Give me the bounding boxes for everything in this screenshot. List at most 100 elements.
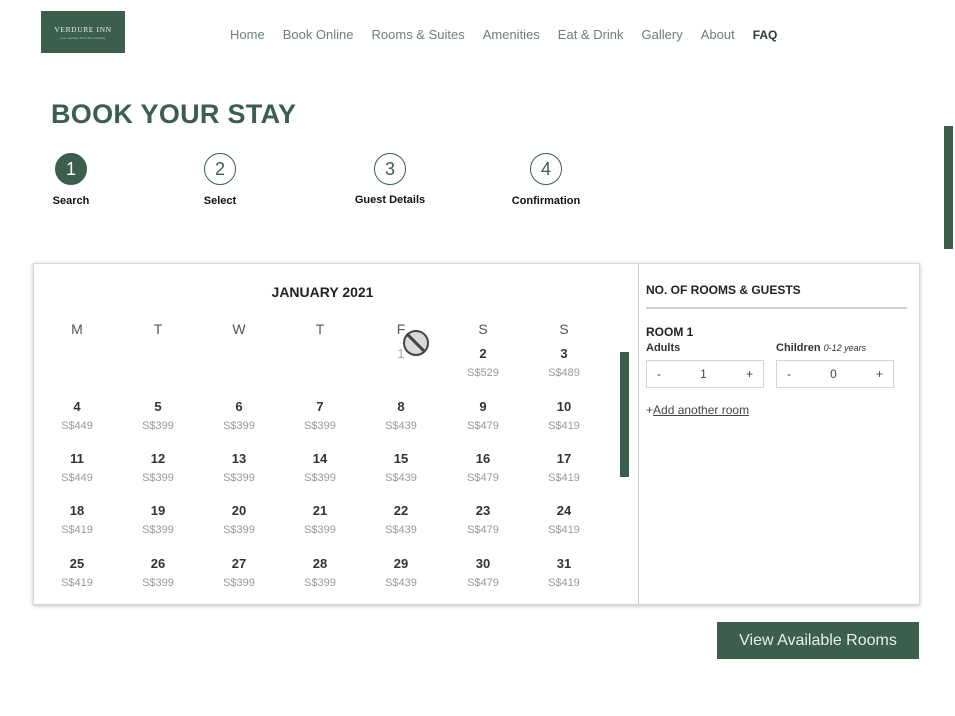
day-number: 6 (235, 399, 243, 414)
nav-item-gallery[interactable]: Gallery (642, 27, 683, 42)
adults-decrement-button[interactable]: - (657, 367, 661, 381)
calendar-day[interactable]: 19 S$399 (126, 503, 190, 536)
calendar-day[interactable]: 13 S$399 (207, 451, 271, 484)
logo-tagline: your escape from the ordinary (60, 35, 106, 40)
adults-value: 1 (700, 367, 707, 381)
room-label: ROOM 1 (646, 325, 694, 339)
children-label-text: Children (776, 342, 821, 354)
page-scrollbar[interactable] (944, 126, 953, 249)
calendar-day[interactable]: 8 S$439 (369, 399, 433, 432)
day-number: 15 (393, 451, 409, 466)
calendar-day[interactable]: 30 S$479 (451, 556, 515, 589)
step-number: 4 (530, 153, 562, 185)
day-number: 26 (150, 556, 166, 571)
nav-item-faq[interactable]: FAQ (753, 28, 778, 42)
adults-increment-button[interactable]: + (746, 367, 753, 381)
weekday-label: M (71, 321, 83, 337)
page-title: BOOK YOUR STAY (51, 99, 297, 129)
rooms-guests-panel: NO. OF ROOMS & GUESTS ROOM 1 Adults Chil… (640, 264, 920, 604)
day-price: S$399 (142, 524, 174, 536)
children-stepper[interactable]: - 0 + (776, 360, 894, 388)
day-number: 2 (479, 346, 487, 361)
day-number: 27 (231, 556, 247, 571)
calendar-day[interactable]: 14 S$399 (288, 451, 352, 484)
main-nav: Home Book Online Rooms & Suites Amenitie… (230, 27, 795, 42)
calendar-day[interactable]: 31 S$419 (532, 556, 596, 589)
calendar-day[interactable]: 23 S$479 (451, 503, 515, 536)
calendar-day[interactable]: 27 S$399 (207, 556, 271, 589)
day-price: S$399 (142, 472, 174, 484)
calendar-day[interactable]: 18 S$419 (45, 503, 109, 536)
day-price: S$449 (61, 472, 93, 484)
children-increment-button[interactable]: + (876, 367, 883, 381)
day-number: 7 (316, 399, 324, 414)
calendar-day[interactable]: 16 S$479 (451, 451, 515, 484)
calendar-day[interactable]: 2 S$529 (451, 346, 515, 379)
children-decrement-button[interactable]: - (787, 367, 791, 381)
no-entry-icon (403, 330, 429, 356)
day-number: 16 (475, 451, 491, 466)
day-price: S$449 (61, 420, 93, 432)
day-price: S$529 (467, 367, 499, 379)
day-number: 13 (231, 451, 247, 466)
nav-item-home[interactable]: Home (230, 27, 265, 42)
day-price: S$439 (385, 577, 417, 589)
nav-item-book-online[interactable]: Book Online (283, 27, 354, 42)
day-price: S$489 (548, 367, 580, 379)
logo[interactable]: VERDURE INN your escape from the ordinar… (41, 11, 125, 53)
day-price: S$399 (223, 524, 255, 536)
calendar-day[interactable]: 25 S$419 (45, 556, 109, 589)
day-number: 10 (556, 399, 572, 414)
calendar-day[interactable]: 22 S$439 (369, 503, 433, 536)
calendar-scrollbar[interactable] (620, 352, 629, 477)
day-number: 4 (73, 399, 81, 414)
day-price: S$419 (548, 524, 580, 536)
day-price: S$399 (304, 472, 336, 484)
calendar-day[interactable]: 24 S$419 (532, 503, 596, 536)
calendar-day[interactable]: 11 S$449 (45, 451, 109, 484)
day-price: S$399 (304, 524, 336, 536)
children-age-note: 0-12 years (823, 343, 867, 353)
calendar: JANUARY 2021 MTWTFSS 1 2 S$529 3 S$489 4 S$449… (34, 264, 639, 604)
day-number: 28 (312, 556, 328, 571)
view-available-rooms-button[interactable]: View Available Rooms (717, 622, 919, 659)
day-price: S$399 (142, 420, 174, 432)
nav-item-amenities[interactable]: Amenities (483, 27, 540, 42)
weekday-label: T (153, 321, 163, 337)
calendar-day[interactable]: 15 S$439 (369, 451, 433, 484)
calendar-day[interactable]: 5 S$399 (126, 399, 190, 432)
day-number: 11 (70, 451, 84, 466)
calendar-day[interactable]: 26 S$399 (126, 556, 190, 589)
add-another-room-link[interactable]: Add another room (653, 403, 749, 417)
adults-stepper[interactable]: - 1 + (646, 360, 764, 388)
calendar-day[interactable]: 7 S$399 (288, 399, 352, 432)
day-number: 3 (560, 346, 568, 361)
nav-item-eat-drink[interactable]: Eat & Drink (558, 27, 624, 42)
day-number: 21 (312, 503, 328, 518)
calendar-day[interactable]: 3 S$489 (532, 346, 596, 379)
calendar-day[interactable]: 9 S$479 (451, 399, 515, 432)
day-number: 24 (556, 503, 572, 518)
calendar-day[interactable]: 4 S$449 (45, 399, 109, 432)
calendar-day[interactable]: 17 S$419 (532, 451, 596, 484)
calendar-day[interactable]: 12 S$399 (126, 451, 190, 484)
calendar-day[interactable]: 20 S$399 (207, 503, 271, 536)
day-price: S$419 (61, 577, 93, 589)
step-confirmation: 4 Confirmation (486, 153, 606, 207)
calendar-day[interactable]: 29 S$439 (369, 556, 433, 589)
calendar-day[interactable]: 10 S$419 (532, 399, 596, 432)
day-price: S$399 (223, 420, 255, 432)
day-price: S$419 (548, 472, 580, 484)
nav-item-about[interactable]: About (701, 27, 735, 42)
calendar-day[interactable]: 21 S$399 (288, 503, 352, 536)
nav-item-rooms-suites[interactable]: Rooms & Suites (372, 27, 465, 42)
day-number: 23 (475, 503, 491, 518)
day-price: S$439 (385, 524, 417, 536)
add-room: +Add another room (646, 403, 749, 417)
calendar-day[interactable]: 28 S$399 (288, 556, 352, 589)
day-price: S$439 (385, 472, 417, 484)
day-number: 19 (150, 503, 166, 518)
step-label: Confirmation (511, 195, 581, 207)
calendar-day[interactable]: 6 S$399 (207, 399, 271, 432)
step-label: Select (203, 195, 237, 207)
